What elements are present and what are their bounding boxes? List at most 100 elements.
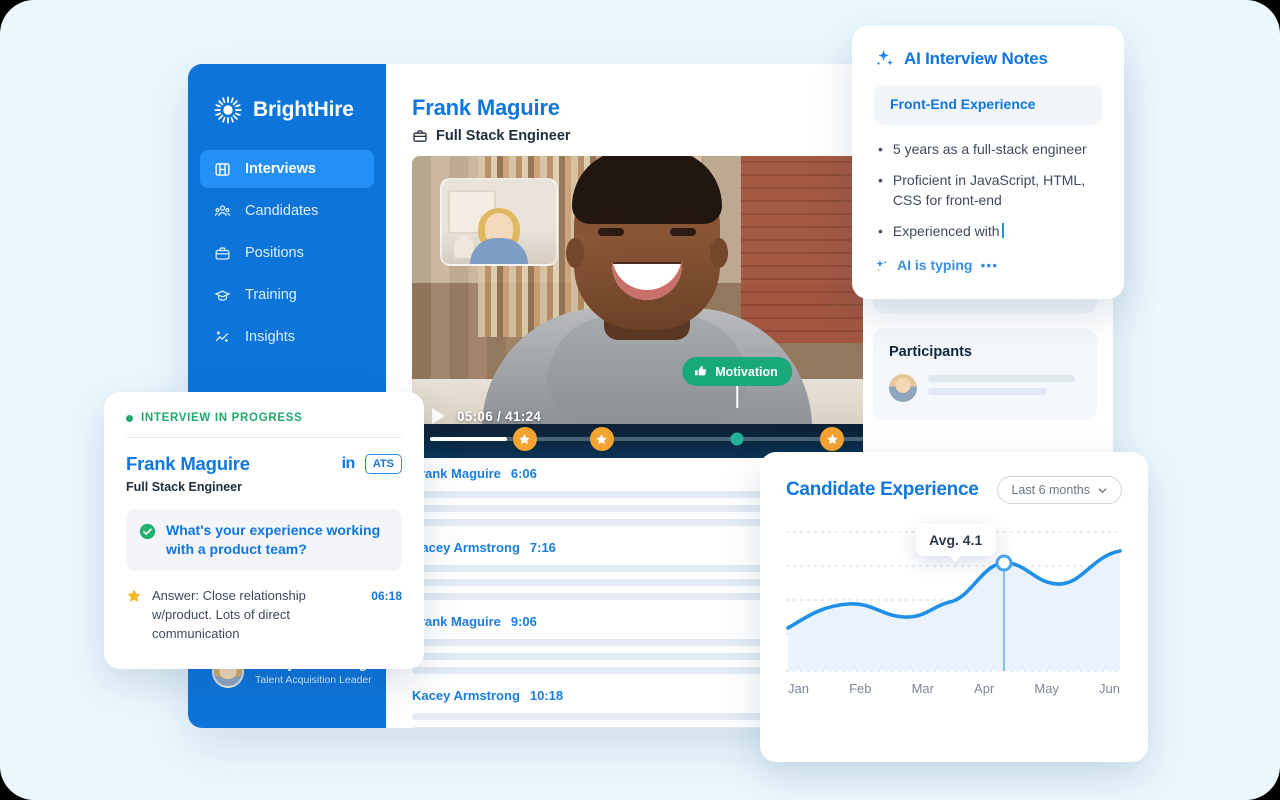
transcript-speaker: Frank Maguire (412, 466, 501, 481)
ai-notes-section-chip[interactable]: Front-End Experience (874, 85, 1102, 125)
screenshot-root: BrightHire Interviews Candidates Positio… (0, 0, 1280, 800)
candidate-role-row: Full Stack Engineer (412, 128, 571, 144)
candidate-role: Full Stack Engineer (126, 480, 243, 494)
interview-question[interactable]: What's your experience working with a pr… (126, 509, 402, 571)
interview-question-text: What's your experience working with a pr… (166, 522, 381, 557)
thumbs-up-icon (693, 364, 708, 379)
ai-typing-label: AI is typing (897, 257, 973, 273)
linkedin-icon[interactable]: in (342, 455, 356, 473)
sparkle-chart-icon (214, 329, 231, 346)
x-tick-label: Apr (974, 681, 995, 696)
briefcase-icon (214, 245, 231, 262)
video-controls: 05:06 / 41:24 (432, 408, 541, 424)
transcript-speaker: Kacey Armstrong (412, 540, 520, 555)
motivation-tag[interactable]: Motivation (682, 357, 792, 408)
bullet-dot-icon: • (878, 223, 883, 239)
interview-video-player[interactable]: 05:06 / 41:24 Motivation (412, 156, 882, 458)
x-tick-label: Jan (788, 681, 809, 696)
video-overlay: 05:06 / 41:24 Motivation (412, 156, 882, 458)
ai-notes-title: AI Interview Notes (904, 48, 1048, 68)
chart-title: Candidate Experience (786, 479, 979, 500)
transcript-placeholder-line (412, 667, 779, 674)
interview-answer[interactable]: Answer: Close relationship w/product. Lo… (126, 586, 402, 643)
sidebar-item-label: Positions (245, 245, 304, 261)
chart-tooltip: Avg. 4.1 (915, 524, 997, 556)
ai-notes-bullet-text: Experienced with (892, 223, 1000, 239)
sidebar-nav: Interviews Candidates Positions Training… (188, 150, 386, 360)
candidate-experience-chart[interactable]: Avg. 4.1 Jan Feb Mar Apr May Jun (786, 524, 1122, 710)
bullet-dot-icon: • (878, 172, 883, 188)
ai-notes-bullet-text: Proficient in JavaScript, HTML, CSS for … (892, 172, 1086, 208)
status-label: INTERVIEW IN PROGRESS (141, 412, 303, 424)
transcript-placeholder-line (412, 593, 779, 600)
chart-annotation-point (995, 554, 1013, 572)
ai-notes-bullet-text: 5 years as a full-stack engineer (892, 141, 1087, 157)
x-tick-label: May (1034, 681, 1059, 696)
sidebar-item-insights[interactable]: Insights (200, 318, 374, 356)
transcript-time: 10:18 (529, 688, 564, 703)
bullet-dot-icon: • (878, 141, 883, 157)
sparkles-icon (874, 258, 889, 273)
ats-badge[interactable]: ATS (364, 454, 402, 474)
people-group-icon (214, 203, 231, 220)
ai-notes-section-label: Front-End Experience (890, 96, 1036, 112)
highlight-marker-star[interactable] (512, 427, 537, 451)
transcript-time: 9:06 (510, 614, 537, 629)
motivation-tag-label: Motivation (715, 364, 778, 379)
ai-notes-bullet: • 5 years as a full-stack engineer (874, 139, 1102, 159)
participants-card: Participants (873, 328, 1097, 420)
transcript-speaker: Kacey Armstrong (412, 688, 520, 703)
ai-interview-notes-card: AI Interview Notes Front-End Experience … (852, 26, 1124, 299)
video-timestamp: 05:06 / 41:24 (457, 408, 542, 424)
sidebar-item-positions[interactable]: Positions (200, 234, 374, 272)
video-scrubber[interactable] (430, 427, 882, 451)
chevron-down-icon (1097, 485, 1108, 496)
sidebar-item-candidates[interactable]: Candidates (200, 192, 374, 230)
sparkles-icon (874, 48, 895, 69)
transcript-placeholder-line (412, 519, 779, 526)
ai-notes-bullet: • Experienced with (874, 221, 1102, 241)
ai-notes-header: AI Interview Notes (874, 48, 1102, 69)
play-icon[interactable] (432, 408, 445, 424)
highlight-marker-star[interactable] (820, 427, 845, 451)
text-caret (1001, 223, 1004, 238)
brand-name: BrightHire (253, 98, 354, 121)
status-badge: INTERVIEW IN PROGRESS (126, 412, 402, 424)
check-circle-icon (139, 523, 156, 540)
transcript-time: 7:16 (529, 540, 556, 555)
avatar (889, 374, 917, 402)
motivation-marker-dot[interactable] (730, 432, 744, 446)
transcript-speaker: Frank Maguire (412, 614, 501, 629)
chart-x-axis: Jan Feb Mar Apr May Jun (786, 681, 1122, 696)
sidebar-item-label: Interviews (245, 161, 316, 177)
date-range-selector[interactable]: Last 6 months (997, 476, 1122, 504)
interview-answer-text: Answer: Close relationship w/product. Lo… (152, 588, 306, 641)
x-tick-label: Feb (849, 681, 872, 696)
candidate-role: Full Stack Engineer (436, 128, 571, 144)
ai-typing-indicator: AI is typing ••• (874, 257, 1102, 273)
date-range-label: Last 6 months (1011, 483, 1090, 497)
sidebar-item-interviews[interactable]: Interviews (200, 150, 374, 188)
participants-title: Participants (889, 344, 972, 360)
star-icon (126, 588, 142, 604)
participant-row[interactable] (889, 374, 1081, 402)
candidate-links: in ATS (342, 454, 402, 474)
chart-area-fill (788, 551, 1120, 671)
candidate-name: Frank Maguire (126, 453, 250, 474)
sidebar-item-label: Training (245, 287, 297, 303)
sidebar-item-label: Insights (245, 329, 295, 345)
highlight-marker-star[interactable] (589, 427, 614, 451)
sun-burst-icon (214, 96, 242, 124)
motivation-tag-stem (736, 386, 738, 408)
briefcase-icon (412, 128, 428, 144)
chart-header: Candidate Experience Last 6 months (786, 476, 1122, 504)
divider (126, 437, 402, 438)
ai-typing-dots: ••• (980, 257, 999, 273)
graduation-cap-icon (214, 287, 231, 304)
x-tick-label: Jun (1099, 681, 1120, 696)
sidebar-item-label: Candidates (245, 203, 319, 219)
candidate-header: Frank Maguire in ATS (126, 453, 402, 475)
interview-in-progress-card: INTERVIEW IN PROGRESS Frank Maguire in A… (104, 392, 424, 669)
sidebar-item-training[interactable]: Training (200, 276, 374, 314)
brand: BrightHire (188, 64, 386, 124)
